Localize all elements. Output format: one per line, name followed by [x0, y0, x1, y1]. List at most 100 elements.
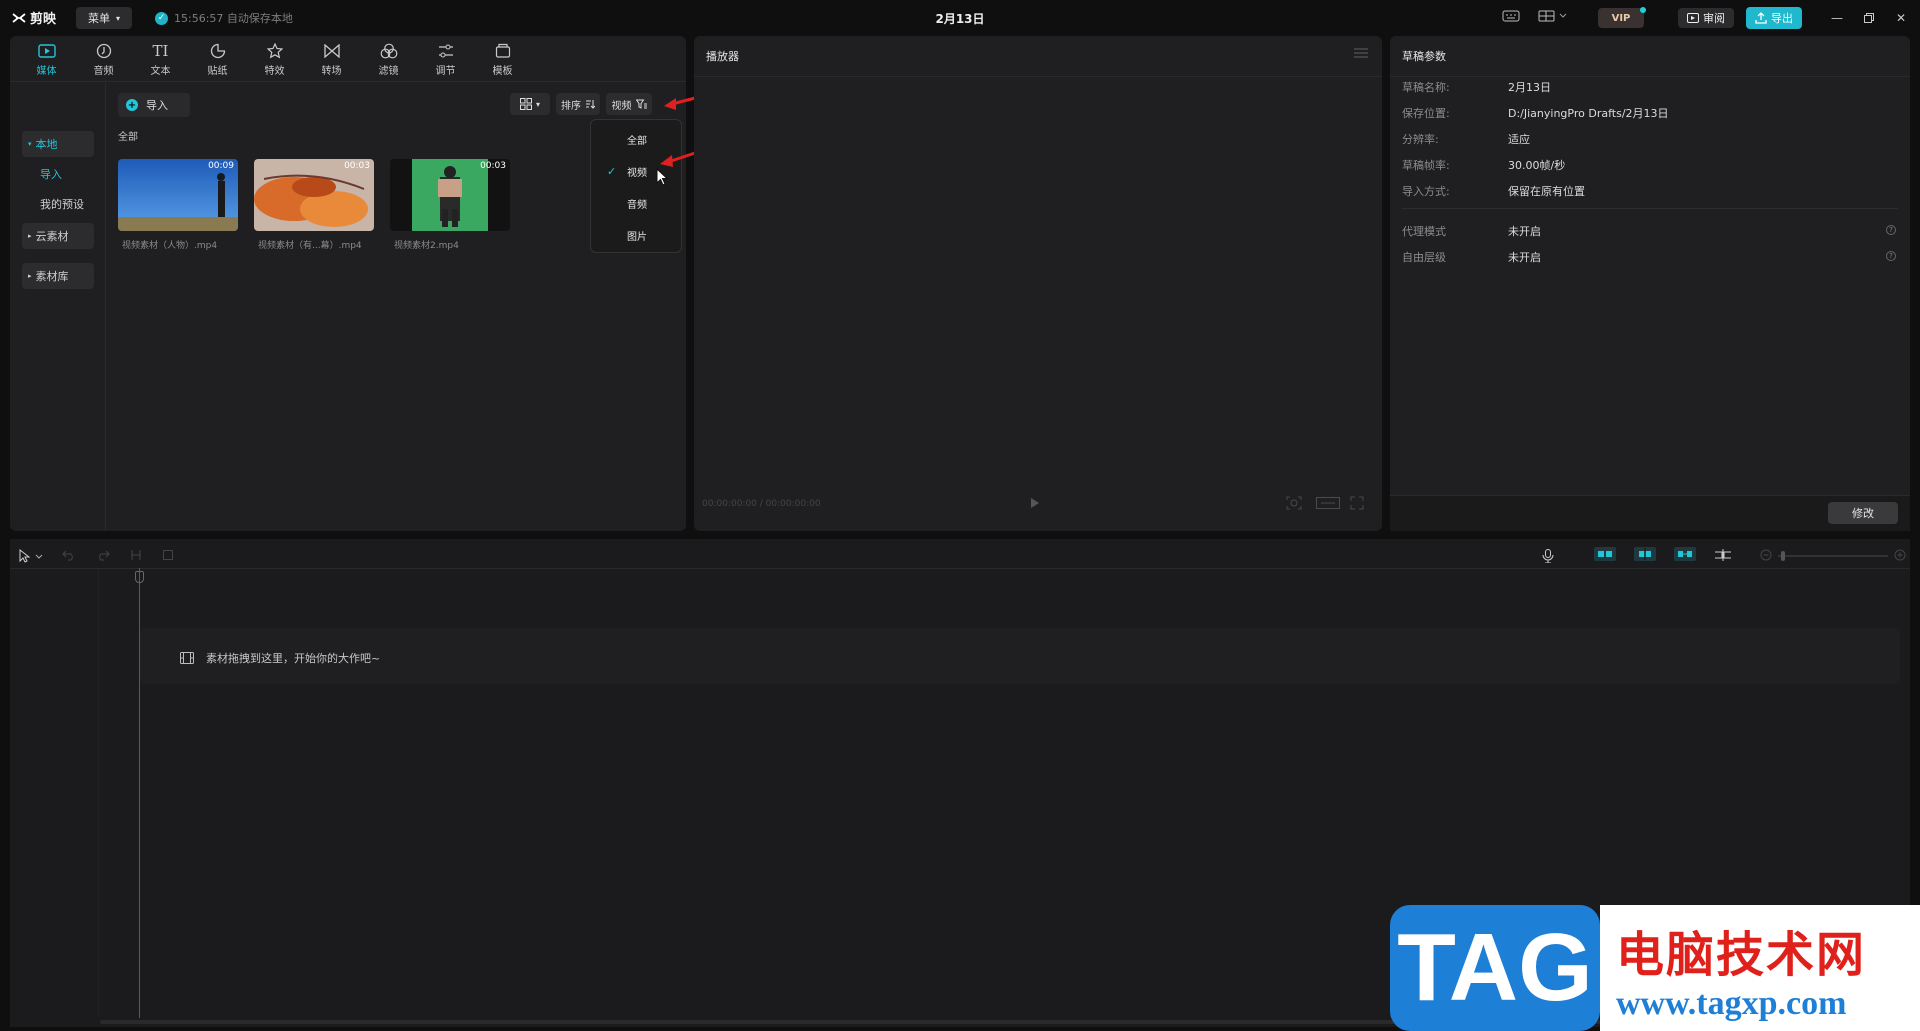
select-tool-icon[interactable]: [18, 549, 44, 563]
player-title: 播放器: [706, 50, 739, 63]
dropdown-option-audio[interactable]: 音频: [591, 191, 683, 215]
param-value: 30.00帧/秒: [1508, 159, 1566, 172]
tab-text-label: 文本: [150, 65, 171, 77]
watermark-logo: TAG: [1390, 905, 1600, 1031]
tab-effects[interactable]: 特效: [246, 36, 303, 82]
dropdown-option-image[interactable]: 图片: [591, 223, 683, 247]
playhead[interactable]: [139, 568, 140, 1018]
shortcut-keyboard-icon[interactable]: [1502, 9, 1520, 23]
review-button[interactable]: 审阅: [1678, 8, 1734, 28]
media-tabs: 媒体 音频 TI 文本 贴纸 特效 转场 滤镜 调节 模板: [10, 36, 686, 82]
layout-icon[interactable]: [1538, 9, 1568, 23]
main-track-drop-zone[interactable]: 素材拖拽到这里，开始你的大作吧~: [140, 628, 1900, 684]
tab-media[interactable]: 媒体: [18, 36, 75, 82]
divider: [1390, 76, 1910, 77]
adjust-icon: [438, 42, 454, 60]
tab-filter[interactable]: 滤镜: [360, 36, 417, 82]
menu-button[interactable]: 菜单 ▾: [76, 7, 132, 29]
menu-label: 菜单: [87, 12, 110, 25]
check-circle-icon: ✓: [155, 11, 168, 25]
sidebar-item-my-presets[interactable]: 我的预设: [22, 191, 94, 217]
zoom-out-icon[interactable]: [1760, 549, 1772, 561]
redo-icon[interactable]: [96, 549, 110, 561]
filter-icon: [380, 42, 398, 60]
caret-right-icon: ▸: [28, 272, 32, 280]
media-filename: 视频素材2.mp4: [394, 241, 459, 251]
modify-button[interactable]: 修改: [1828, 502, 1898, 524]
review-label: 审阅: [1703, 12, 1725, 25]
tab-audio-label: 音频: [93, 65, 114, 77]
player-timecode: 00:00:00:00 / 00:00:00:00: [702, 499, 821, 509]
minimize-icon[interactable]: —: [1828, 9, 1846, 27]
autosave-text: 15:56:57 自动保存本地: [174, 12, 293, 25]
screenshot-icon[interactable]: [1286, 496, 1302, 510]
param-label: 保存位置:: [1402, 107, 1450, 120]
export-button[interactable]: 导出: [1746, 7, 1802, 29]
play-icon[interactable]: [1030, 497, 1040, 509]
filter-button[interactable]: 视频: [606, 93, 652, 115]
import-button[interactable]: + 导入: [118, 93, 190, 117]
hamburger-icon[interactable]: [1354, 48, 1368, 58]
tab-media-label: 媒体: [36, 65, 57, 77]
media-icon: [37, 42, 56, 60]
drop-hint-text: 素材拖拽到这里，开始你的大作吧~: [206, 652, 381, 665]
watermark-url: www.tagxp.com: [1616, 985, 1847, 1022]
logo-icon: [12, 12, 26, 23]
tab-sticker-label: 贴纸: [207, 65, 228, 77]
sidebar-item-import[interactable]: 导入: [22, 161, 94, 187]
tab-transition[interactable]: 转场: [303, 36, 360, 82]
tab-text[interactable]: TI 文本: [132, 36, 189, 82]
close-icon[interactable]: ✕: [1892, 9, 1910, 27]
param-value: 未开启: [1508, 251, 1541, 264]
import-label: 导入: [146, 99, 168, 112]
param-value: 保留在原有位置: [1508, 185, 1585, 198]
restore-icon[interactable]: [1860, 9, 1878, 27]
playhead-handle[interactable]: [135, 571, 144, 583]
aspect-ratio-icon[interactable]: [1316, 496, 1340, 510]
sidebar-item-local[interactable]: ▾ 本地: [22, 131, 94, 157]
chevron-down-icon: ▾: [115, 13, 120, 23]
check-icon: ✓: [607, 164, 617, 178]
vip-badge[interactable]: VIP: [1598, 8, 1644, 28]
text-icon: TI: [152, 41, 169, 60]
export-label: 导出: [1771, 12, 1793, 25]
zoom-slider-handle[interactable]: [1781, 551, 1785, 561]
main-track-magnet-icon[interactable]: [1594, 547, 1616, 561]
media-filename: 视频素材（人物）.mp4: [122, 241, 218, 251]
player-panel: 播放器 00:00:00:00 / 00:00:00:00: [694, 36, 1382, 531]
tab-audio[interactable]: 音频: [75, 36, 132, 82]
divider: [10, 568, 1910, 569]
sidebar-local-label: 本地: [35, 138, 58, 151]
delete-icon[interactable]: [162, 549, 174, 561]
fullscreen-icon[interactable]: [1350, 496, 1364, 510]
zoom-in-icon[interactable]: [1894, 549, 1906, 561]
media-thumb-3[interactable]: 00:03: [390, 159, 510, 231]
divider: [1402, 208, 1898, 209]
media-filename: 视频素材（有...幕）.mp4: [258, 241, 362, 251]
split-icon[interactable]: [130, 549, 142, 561]
tab-adjust[interactable]: 调节: [417, 36, 474, 82]
funnel-icon: [635, 99, 647, 109]
tab-sticker[interactable]: 贴纸: [189, 36, 246, 82]
linkage-icon[interactable]: [1674, 547, 1696, 561]
media-thumb-2[interactable]: 00:03: [254, 159, 374, 231]
sidebar-item-cloud[interactable]: ▸ 云素材: [22, 223, 94, 249]
sidebar-item-library[interactable]: ▸ 素材库: [22, 263, 94, 289]
media-thumb-1[interactable]: 00:09: [118, 159, 238, 231]
help-icon[interactable]: ?: [1886, 225, 1896, 235]
auto-snap-icon[interactable]: [1634, 547, 1656, 561]
preview-axis-icon[interactable]: [1714, 549, 1732, 561]
sort-icon: [586, 100, 595, 109]
undo-icon[interactable]: [62, 549, 76, 561]
sort-button[interactable]: 排序: [556, 93, 600, 115]
param-label: 草稿帧率:: [1402, 159, 1450, 172]
zoom-slider[interactable]: [1778, 555, 1888, 557]
sticker-icon: [210, 42, 226, 60]
notification-dot: [1640, 7, 1646, 13]
tab-effects-label: 特效: [264, 65, 285, 77]
help-icon[interactable]: ?: [1886, 251, 1896, 261]
view-mode-button[interactable]: ▾: [510, 93, 550, 115]
tab-template[interactable]: 模板: [474, 36, 531, 82]
microphone-icon[interactable]: [1542, 549, 1554, 563]
sidebar-presets-label: 我的预设: [40, 198, 84, 211]
